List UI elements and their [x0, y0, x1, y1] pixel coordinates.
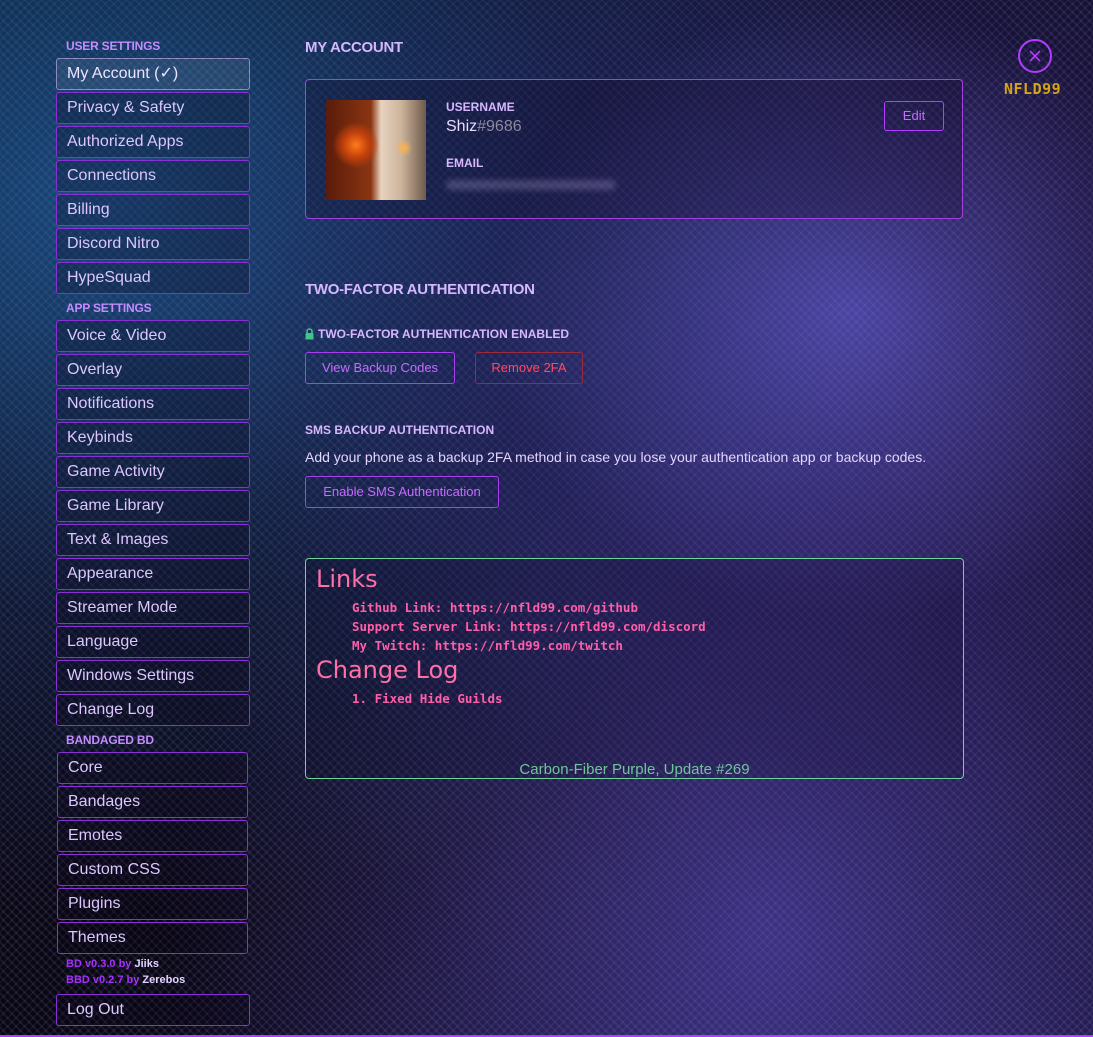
sidebar-item-privacy-safety[interactable]: Privacy & Safety — [56, 92, 250, 124]
app-settings-header: APP SETTINGS — [66, 301, 152, 315]
sidebar-item-voice-video[interactable]: Voice & Video — [56, 320, 250, 352]
bd-author-link[interactable]: Jiiks — [134, 958, 158, 970]
sidebar-item-appearance[interactable]: Appearance — [56, 558, 250, 590]
sidebar-item-game-activity[interactable]: Game Activity — [56, 456, 250, 488]
sidebar-item-custom-css[interactable]: Custom CSS — [57, 854, 248, 886]
sidebar-item-hypesquad[interactable]: HypeSquad — [56, 262, 250, 294]
sidebar-item-plugins[interactable]: Plugins — [57, 888, 248, 920]
sidebar-item-language[interactable]: Language — [56, 626, 250, 658]
enable-sms-button[interactable]: Enable SMS Authentication — [305, 476, 499, 508]
username-value: Shiz#9686 — [446, 118, 522, 136]
sidebar-item-connections[interactable]: Connections — [56, 160, 250, 192]
page-title: MY ACCOUNT — [305, 39, 403, 56]
avatar[interactable] — [326, 100, 426, 200]
brand-logo: NFLD99 — [1004, 80, 1062, 98]
two-factor-title: TWO-FACTOR AUTHENTICATION — [305, 281, 535, 298]
close-icon — [1029, 50, 1041, 62]
remove-2fa-button[interactable]: Remove 2FA — [475, 352, 583, 384]
discriminator-text: #9686 — [477, 118, 522, 135]
sidebar-item-keybinds[interactable]: Keybinds — [56, 422, 250, 454]
bbd-author-link[interactable]: Zerebos — [142, 974, 185, 986]
sidebar-item-game-library[interactable]: Game Library — [56, 490, 250, 522]
bd-version: BD v0.3.0 by — [66, 958, 135, 970]
sms-backup-title: SMS BACKUP AUTHENTICATION — [305, 423, 495, 437]
view-backup-codes-button[interactable]: View Backup Codes — [305, 352, 455, 384]
sidebar-item-notifications[interactable]: Notifications — [56, 388, 250, 420]
sidebar-item-text-images[interactable]: Text & Images — [56, 524, 250, 556]
settings-sidebar: USER SETTINGS My Account (✓) Privacy & S… — [56, 34, 250, 1028]
bandaged-bd-header: BANDAGED BD — [66, 733, 154, 747]
sidebar-item-windows-settings[interactable]: Windows Settings — [56, 660, 250, 692]
sidebar-item-overlay[interactable]: Overlay — [56, 354, 250, 386]
two-factor-enabled-label: TWO-FACTOR AUTHENTICATION ENABLED — [318, 327, 570, 341]
sidebar-item-my-account[interactable]: My Account (✓) — [56, 58, 250, 90]
links-heading: Links — [316, 565, 378, 593]
sidebar-item-streamer-mode[interactable]: Streamer Mode — [56, 592, 250, 624]
sidebar-item-authorized-apps[interactable]: Authorized Apps — [56, 126, 250, 158]
bbd-version: BBD v0.2.7 by — [66, 974, 143, 986]
user-settings-header: USER SETTINGS — [66, 39, 161, 53]
sidebar-item-log-out[interactable]: Log Out — [56, 994, 250, 1026]
edit-account-button[interactable]: Edit — [884, 101, 944, 131]
close-settings-button[interactable] — [1018, 39, 1052, 73]
two-factor-status: TWO-FACTOR AUTHENTICATION ENABLED — [305, 327, 569, 341]
changelog-item: 1. Fixed Hide Guilds — [352, 691, 503, 706]
sidebar-item-change-log[interactable]: Change Log — [56, 694, 250, 726]
changelog-heading: Change Log — [316, 656, 459, 684]
username-label: USERNAME — [446, 100, 515, 114]
sms-backup-description: Add your phone as a backup 2FA method in… — [305, 449, 927, 465]
email-value-redacted — [446, 180, 616, 190]
support-server-link[interactable]: Support Server Link: https://nfld99.com/… — [352, 619, 706, 634]
sidebar-item-themes[interactable]: Themes — [57, 922, 248, 954]
twitch-link[interactable]: My Twitch: https://nfld99.com/twitch — [352, 638, 623, 653]
github-link[interactable]: Github Link: https://nfld99.com/github — [352, 600, 638, 615]
sidebar-item-core[interactable]: Core — [57, 752, 248, 784]
sidebar-item-billing[interactable]: Billing — [56, 194, 250, 226]
sidebar-item-emotes[interactable]: Emotes — [57, 820, 248, 852]
theme-links-box: Links Github Link: https://nfld99.com/gi… — [305, 558, 964, 779]
sidebar-item-bandages[interactable]: Bandages — [57, 786, 248, 818]
bbd-version-line: BBD v0.2.7 by Zerebos — [56, 972, 250, 988]
account-card: USERNAME Shiz#9686 EMAIL Edit — [305, 79, 963, 219]
theme-version-note: Carbon-Fiber Purple, Update #269 — [519, 761, 750, 778]
lock-icon — [305, 328, 314, 340]
bd-version-line: BD v0.3.0 by Jiiks — [56, 956, 250, 972]
username-text: Shiz — [446, 118, 478, 135]
sidebar-item-discord-nitro[interactable]: Discord Nitro — [56, 228, 250, 260]
email-label: EMAIL — [446, 156, 484, 170]
